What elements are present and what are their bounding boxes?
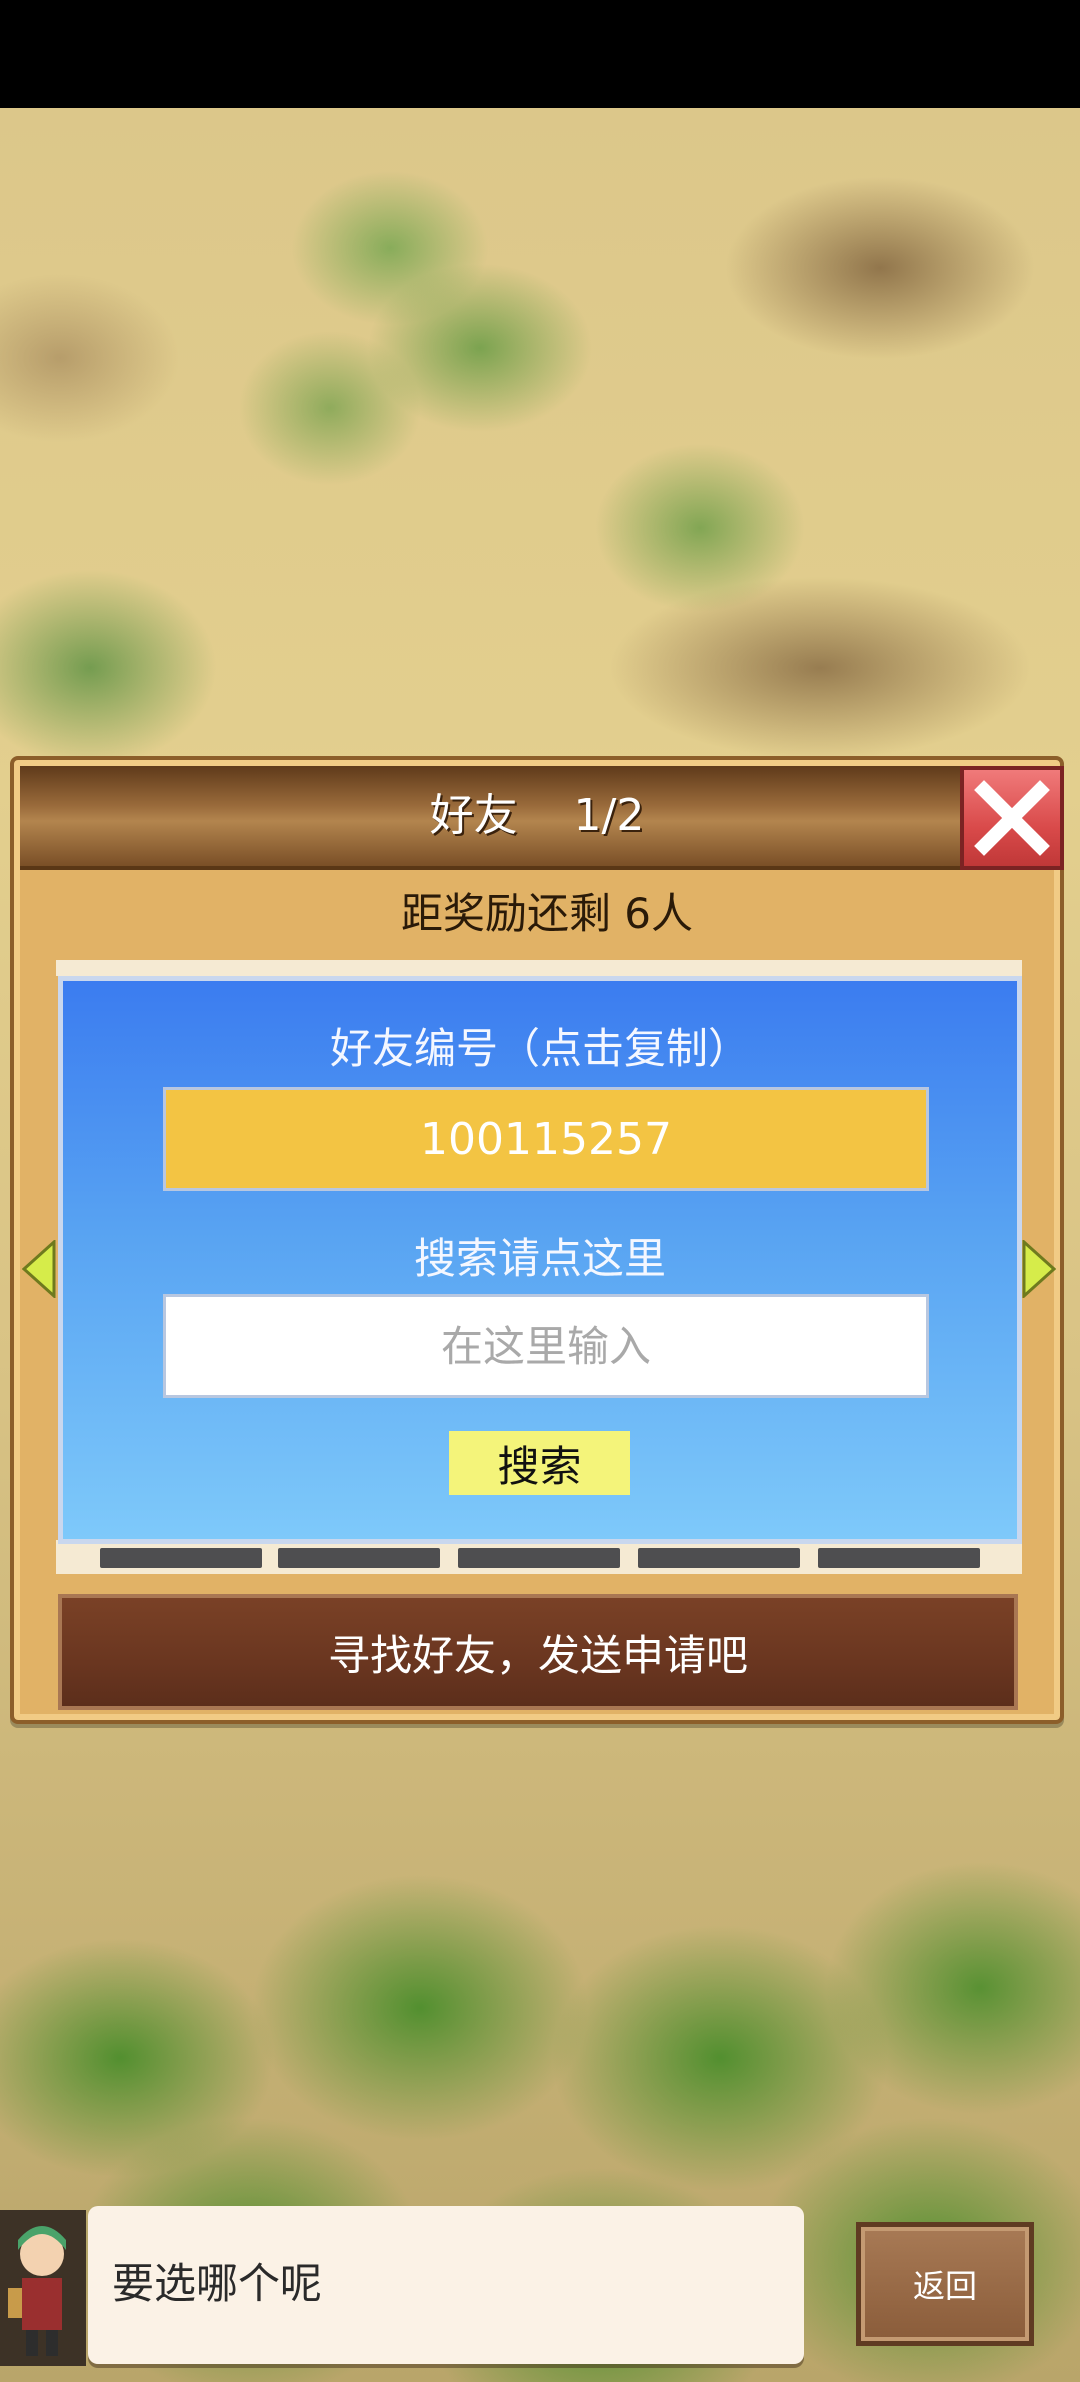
close-button[interactable] — [960, 766, 1064, 870]
find-friends-hint: 寻找好友，发送申请吧 — [58, 1594, 1018, 1710]
back-button[interactable]: 返回 — [856, 2222, 1034, 2346]
arrow-left-icon[interactable] — [22, 1240, 56, 1298]
avatar — [0, 2210, 86, 2366]
dialog-title: 好友 1/2 — [429, 790, 645, 841]
speech-text: 要选哪个呢 — [112, 2259, 323, 2308]
search-button[interactable]: 搜索 — [449, 1431, 630, 1495]
search-label: 搜索请点这里 — [413, 1234, 666, 1283]
friend-slot[interactable] — [818, 1548, 980, 1568]
friend-slot[interactable] — [100, 1548, 262, 1568]
friend-slot[interactable] — [458, 1548, 620, 1568]
friend-slot[interactable] — [638, 1548, 800, 1568]
search-input[interactable] — [163, 1294, 929, 1398]
reward-progress-text: 距奖励还剩 6人 — [400, 889, 694, 938]
friend-id-copy-button[interactable]: 100115257 — [163, 1087, 929, 1191]
close-icon — [974, 780, 1050, 856]
arrow-right-icon[interactable] — [1022, 1240, 1056, 1298]
friend-slot[interactable] — [278, 1548, 440, 1568]
status-bar — [0, 0, 1080, 108]
tab-strip-top — [56, 960, 1022, 976]
dialog-header: 好友 1/2 — [20, 766, 1054, 870]
character-icon — [0, 2210, 86, 2366]
tab-strip-bottom — [56, 1540, 1022, 1574]
friend-id-label: 好友编号（点击复制） — [329, 1024, 750, 1073]
